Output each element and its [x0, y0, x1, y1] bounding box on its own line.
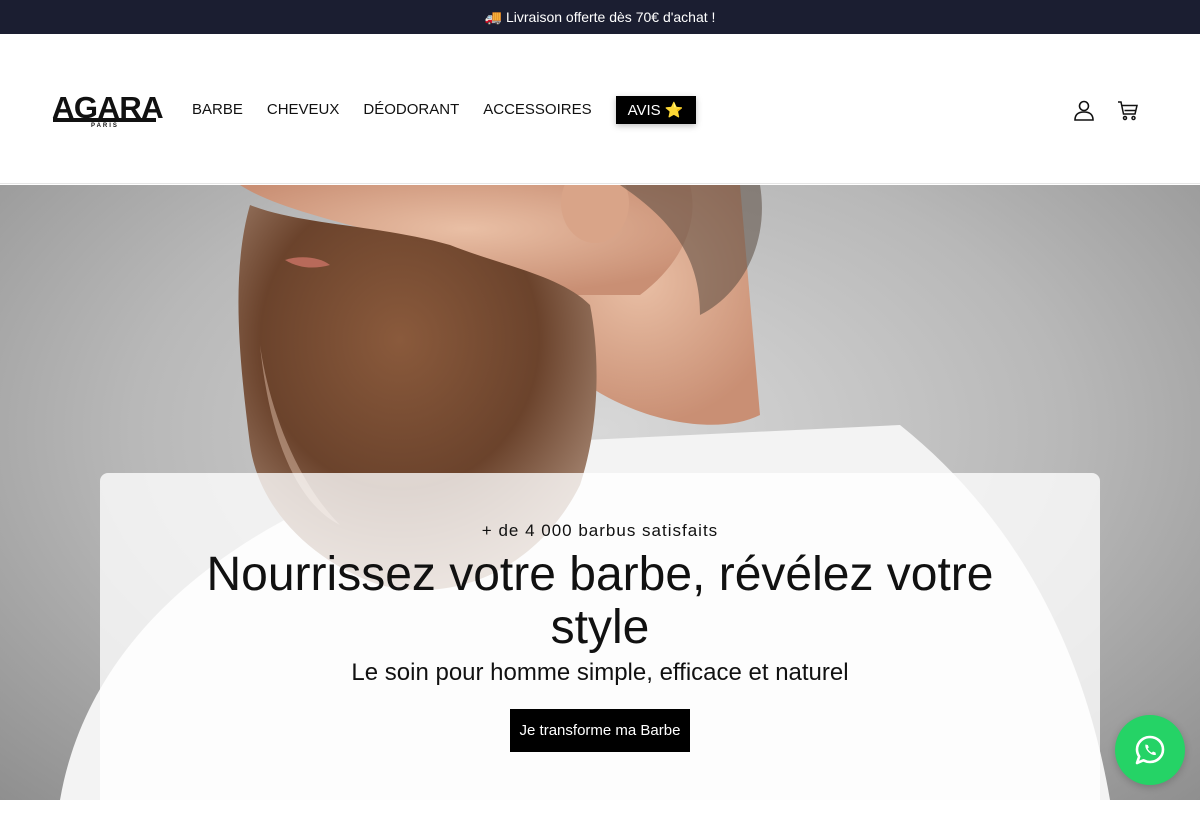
- cta-button[interactable]: Je transforme ma Barbe: [510, 709, 690, 752]
- cart-icon[interactable]: [1116, 98, 1140, 122]
- site-header: AGARA PARIS BARBE CHEVEUX DÉODORANT ACCE…: [0, 34, 1200, 184]
- nav-item-cheveux[interactable]: CHEVEUX: [267, 101, 340, 118]
- brand-tagline: PARIS: [91, 123, 119, 129]
- hero-subheadline: Le soin pour homme simple, efficace et n…: [351, 659, 849, 686]
- truck-icon: 🚚: [484, 8, 502, 25]
- logo-underline: [53, 118, 156, 122]
- main-nav: BARBE CHEVEUX DÉODORANT ACCESSOIRES AVIS…: [192, 95, 696, 124]
- nav-item-deodorant[interactable]: DÉODORANT: [363, 101, 459, 118]
- announcement-text: Livraison offerte dès 70€ d'achat !: [505, 9, 716, 25]
- nav-item-accessoires[interactable]: ACCESSOIRES: [483, 101, 591, 118]
- user-icon[interactable]: [1072, 98, 1096, 122]
- nav-item-avis[interactable]: AVIS ⭐: [615, 95, 696, 124]
- brand-logo[interactable]: AGARA PARIS: [52, 92, 164, 130]
- hero-eyebrow: + de 4 000 barbus satisfaits: [481, 521, 719, 540]
- whatsapp-icon[interactable]: [1115, 715, 1185, 785]
- announcement-bar: 🚚 Livraison offerte dès 70€ d'achat !: [0, 0, 1200, 34]
- hero-headline: Nourrissez votre barbe, révélez votre st…: [206, 548, 994, 654]
- nav-item-barbe[interactable]: BARBE: [192, 101, 243, 118]
